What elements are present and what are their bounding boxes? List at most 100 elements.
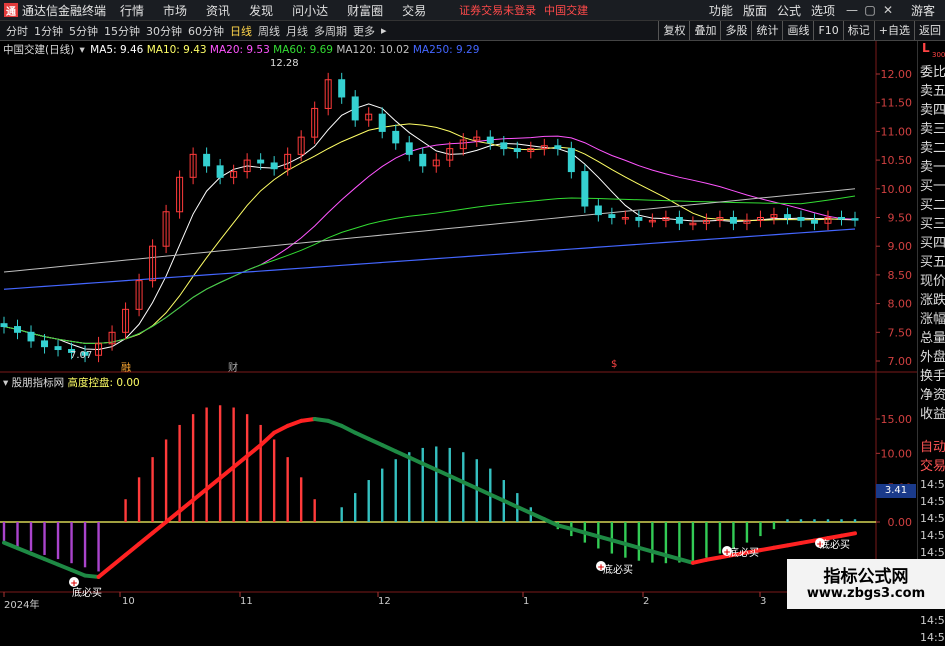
- toolbar-f10[interactable]: F10: [813, 21, 842, 40]
- menu-quotes[interactable]: 行情: [120, 2, 144, 19]
- hist-bar-14: [191, 414, 195, 522]
- toolbar-overlay[interactable]: 叠加: [689, 21, 720, 40]
- side-item-15: 外盘: [920, 350, 945, 365]
- signal-seg-52: [690, 557, 709, 565]
- ma20-label: MA20: 9.53: [209, 44, 270, 56]
- menu-formula[interactable]: 公式: [777, 2, 801, 19]
- hist-bar-10: [137, 477, 141, 522]
- period-tab-more[interactable]: 更多: [353, 23, 375, 39]
- signal-seg-58: [771, 543, 790, 550]
- menu-news[interactable]: 资讯: [206, 2, 230, 19]
- menu-function[interactable]: 功能: [709, 2, 733, 19]
- toolbar-back[interactable]: 返回: [914, 21, 945, 40]
- hist-bar-27: [367, 480, 370, 522]
- high-price-annotation: 12.28: [270, 58, 299, 69]
- candle-body-2: [27, 331, 35, 342]
- side-item-10: 买五: [920, 255, 945, 270]
- app-logo-icon: 通: [4, 3, 18, 18]
- hist-bar-0: [2, 522, 6, 543]
- price-tick-label-1: 7.50: [888, 326, 913, 339]
- hist-bar-46: [624, 522, 627, 558]
- side-time-1: 14:56: [920, 495, 945, 508]
- side-item-1: 卖五: [920, 84, 945, 99]
- signal-seg-43: [569, 526, 587, 535]
- period-tab-60min[interactable]: 60分钟: [188, 23, 224, 39]
- hist-bar-15: [205, 407, 208, 522]
- buy-signal-label-1: 底必买: [72, 588, 102, 599]
- period-tab-multi[interactable]: 多周期: [314, 23, 347, 39]
- candle-body-41: [554, 145, 562, 150]
- toolbar-multi-stock[interactable]: 多股: [720, 21, 751, 40]
- side-trade[interactable]: 交易: [918, 457, 945, 476]
- candle-body-50: [675, 217, 683, 224]
- menu-options[interactable]: 选项: [811, 2, 835, 19]
- signal-seg-9: [110, 552, 128, 568]
- chart-area[interactable]: 7.007.508.008.509.009.5010.0010.5011.001…: [0, 41, 917, 609]
- menu-discover[interactable]: 发现: [249, 2, 273, 19]
- menu-market[interactable]: 市场: [163, 2, 187, 19]
- toolbar-restore-rights[interactable]: 复权: [658, 21, 689, 40]
- chart-grid: [0, 41, 917, 609]
- moving-average-lines: [3, 103, 856, 351]
- hist-bar-52: [705, 522, 708, 558]
- more-arrow-icon[interactable]: ▸: [381, 24, 387, 37]
- buy-signal-label-4: 底必买: [820, 540, 850, 551]
- user-guest[interactable]: 游客: [911, 2, 935, 19]
- close-icon[interactable]: ✕: [879, 3, 897, 17]
- hist-bar-2: [29, 522, 33, 551]
- hist-bar-12: [164, 439, 168, 522]
- maximize-icon[interactable]: ▢: [861, 3, 879, 17]
- price-tick-label-3: 8.50: [888, 269, 913, 282]
- side-item-5: 卖一: [920, 160, 945, 175]
- period-tab-weekly[interactable]: 周线: [258, 23, 280, 39]
- candle-body-42: [567, 148, 575, 173]
- menu-wealth[interactable]: 财富圈: [347, 2, 383, 19]
- period-tab-daily[interactable]: 日线: [230, 23, 252, 39]
- stock-name-label[interactable]: 中国交建(日线): [3, 44, 74, 56]
- event-marker-finance[interactable]: 财: [228, 359, 238, 374]
- broker-status[interactable]: 证券交易未登录: [459, 2, 536, 18]
- indicator-toggle-icon[interactable]: ▾: [3, 377, 8, 389]
- side-item-11: 现价: [920, 274, 945, 289]
- hist-bar-1: [16, 522, 19, 547]
- hist-bar-22: [299, 477, 303, 522]
- menu-trade[interactable]: 交易: [402, 2, 426, 19]
- toolbar-add-watchlist[interactable]: +自选: [873, 21, 914, 40]
- menu-layout[interactable]: 版面: [743, 2, 767, 19]
- menu-ask[interactable]: 问小达: [292, 2, 328, 19]
- ma10-line: [3, 123, 856, 344]
- indicator-panel: ++++: [0, 405, 876, 589]
- hist-bar-32: [435, 446, 438, 522]
- side-time-8: 14:56: [920, 614, 945, 627]
- signal-seg-19: [245, 443, 263, 459]
- signal-seg-42: [555, 523, 574, 531]
- period-tab-30min[interactable]: 30分钟: [146, 23, 182, 39]
- hist-bar-57: [772, 522, 776, 530]
- event-marker-dividend[interactable]: $: [611, 359, 617, 370]
- period-tab-15min[interactable]: 15分钟: [104, 23, 140, 39]
- minimize-icon[interactable]: —: [843, 3, 861, 17]
- candle-body-36: [486, 136, 494, 144]
- x-label-feb: 2: [643, 596, 650, 607]
- toolbar-draw-line[interactable]: 画线: [782, 21, 813, 40]
- toolbar-statistics[interactable]: 统计: [751, 21, 782, 40]
- event-marker-margin[interactable]: 融: [121, 359, 131, 374]
- side-auto[interactable]: 自动: [918, 438, 945, 457]
- indicator-name[interactable]: 股朋指标网: [12, 377, 65, 389]
- hist-bar-51: [691, 522, 695, 561]
- signal-seg-59: [785, 540, 803, 548]
- period-tab-5min[interactable]: 5分钟: [69, 23, 98, 39]
- period-tab-timeshare[interactable]: 分时: [6, 23, 28, 39]
- signal-seg-21: [272, 423, 290, 435]
- hist-bar-26: [354, 493, 357, 522]
- toolbar-mark[interactable]: 标记: [842, 21, 874, 40]
- candle-body-4: [54, 346, 62, 351]
- hist-bar-50: [678, 522, 681, 563]
- hist-bar-6: [83, 522, 87, 568]
- signal-seg-11: [137, 530, 155, 546]
- legend-toggle-icon[interactable]: ▾: [80, 44, 85, 56]
- period-tab-monthly[interactable]: 月线: [286, 23, 308, 39]
- hist-bar-30: [408, 452, 411, 522]
- side-item-14: 总量: [920, 331, 945, 346]
- period-tab-1min[interactable]: 1分钟: [34, 23, 63, 39]
